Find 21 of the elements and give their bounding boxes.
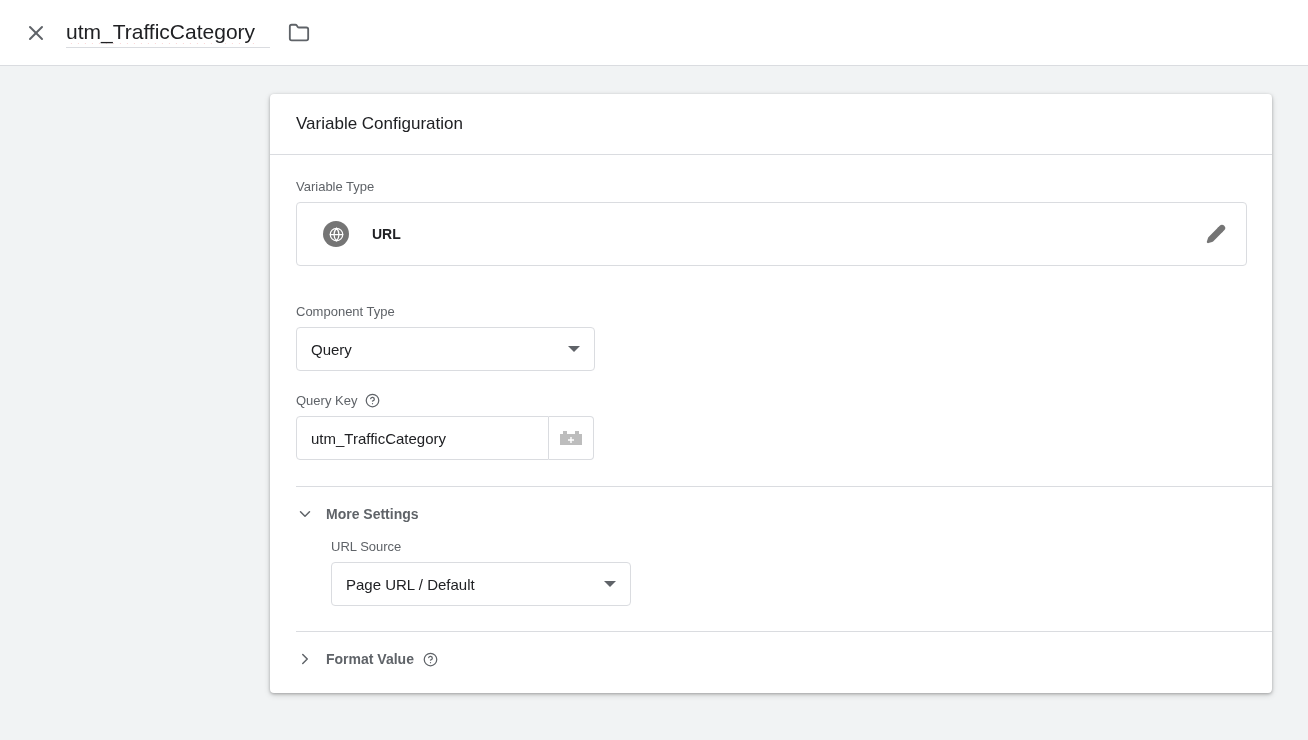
field-label: Query Key bbox=[296, 393, 358, 408]
folder-icon bbox=[288, 21, 310, 44]
caret-icon bbox=[568, 346, 580, 352]
field-label: URL Source bbox=[331, 539, 403, 554]
caret-icon bbox=[604, 581, 616, 587]
query-key-field[interactable]: utm_TrafficCategory bbox=[296, 416, 549, 460]
folder-button[interactable] bbox=[288, 21, 310, 44]
field-label: Component Type bbox=[296, 304, 396, 319]
edit-icon[interactable] bbox=[1206, 224, 1226, 244]
help-icon[interactable] bbox=[365, 393, 381, 408]
section-toggle[interactable]: More Settings bbox=[296, 505, 419, 523]
brick-icon bbox=[559, 430, 583, 446]
component-type-dropdown[interactable]: Query bbox=[296, 327, 595, 371]
help-icon[interactable] bbox=[422, 651, 438, 667]
variable-type-box[interactable]: URL bbox=[296, 202, 1247, 266]
variable-type-name: URL bbox=[372, 226, 402, 242]
field-label: Variable Type bbox=[296, 179, 376, 194]
url-source-dropdown[interactable]: Page URL / Default bbox=[331, 562, 631, 606]
globe-drawing bbox=[328, 226, 344, 242]
section-toggle[interactable]: Format Value bbox=[296, 650, 438, 668]
card-title: Variable Configuration bbox=[270, 94, 1272, 155]
